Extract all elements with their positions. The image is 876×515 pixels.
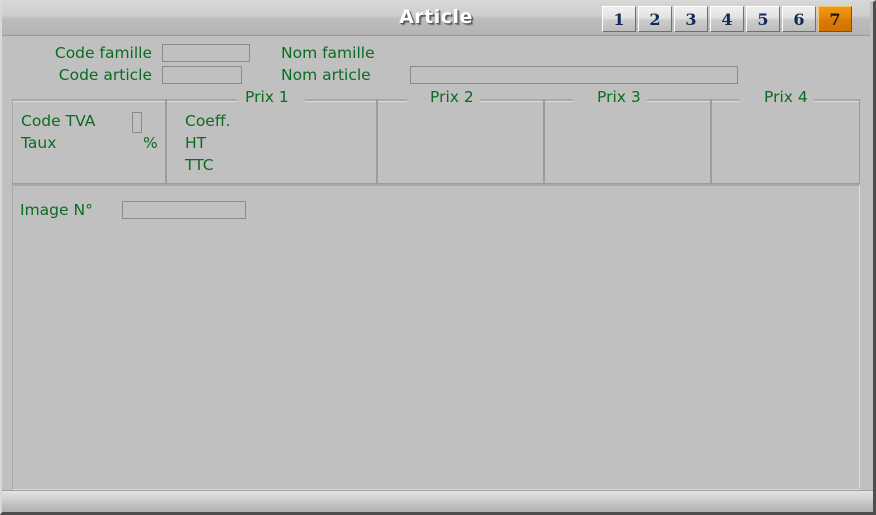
- label-taux-percent: %: [143, 134, 158, 152]
- tab-button-7[interactable]: 7: [818, 6, 852, 32]
- label-image-no: Image N°: [20, 201, 93, 219]
- label-taux: Taux: [21, 134, 57, 152]
- tab-button-2[interactable]: 2: [638, 6, 672, 32]
- page-tab-group: 1 2 3 4 5 6 7: [602, 6, 852, 32]
- group-legend-prix-4: Prix 4: [758, 88, 814, 106]
- label-code-article: Code article: [58, 66, 152, 84]
- label-code-famille: Code famille: [54, 44, 152, 62]
- form-content: Code famille Nom famille Code article No…: [2, 36, 870, 512]
- input-image-no[interactable]: [122, 201, 246, 219]
- group-prix-2: Prix 2: [377, 88, 544, 184]
- label-prix1-ttc: TTC: [185, 156, 214, 174]
- input-nom-article[interactable]: [410, 66, 738, 84]
- group-tva: Code TVA Taux %: [12, 99, 166, 184]
- group-prix-1: Prix 1 Coeff. HT TTC: [166, 88, 377, 184]
- group-prix-4: Prix 4: [711, 88, 860, 184]
- input-code-article[interactable]: [162, 66, 242, 84]
- label-code-tva: Code TVA: [21, 112, 96, 130]
- input-code-famille[interactable]: [162, 44, 250, 62]
- label-prix1-ht: HT: [185, 134, 207, 152]
- input-code-tva[interactable]: [132, 112, 142, 133]
- group-legend-prix-3: Prix 3: [591, 88, 647, 106]
- tab-button-6[interactable]: 6: [782, 6, 816, 32]
- tab-button-5[interactable]: 5: [746, 6, 780, 32]
- label-nom-famille: Nom famille: [281, 44, 375, 62]
- group-legend-prix-2: Prix 2: [424, 88, 480, 106]
- group-legend-prix-1: Prix 1: [239, 88, 295, 106]
- title-bar: Article 1 2 3 4 5 6 7: [2, 2, 870, 36]
- group-prix-3: Prix 3: [544, 88, 711, 184]
- label-prix1-coeff: Coeff.: [185, 112, 231, 130]
- application-window: Article 1 2 3 4 5 6 7 Code famille Nom f…: [0, 0, 876, 515]
- label-nom-article: Nom article: [281, 66, 371, 84]
- tab-button-3[interactable]: 3: [674, 6, 708, 32]
- image-panel: Image N°: [12, 184, 860, 490]
- tab-button-4[interactable]: 4: [710, 6, 744, 32]
- status-bar: [2, 490, 873, 512]
- tab-button-1[interactable]: 1: [602, 6, 636, 32]
